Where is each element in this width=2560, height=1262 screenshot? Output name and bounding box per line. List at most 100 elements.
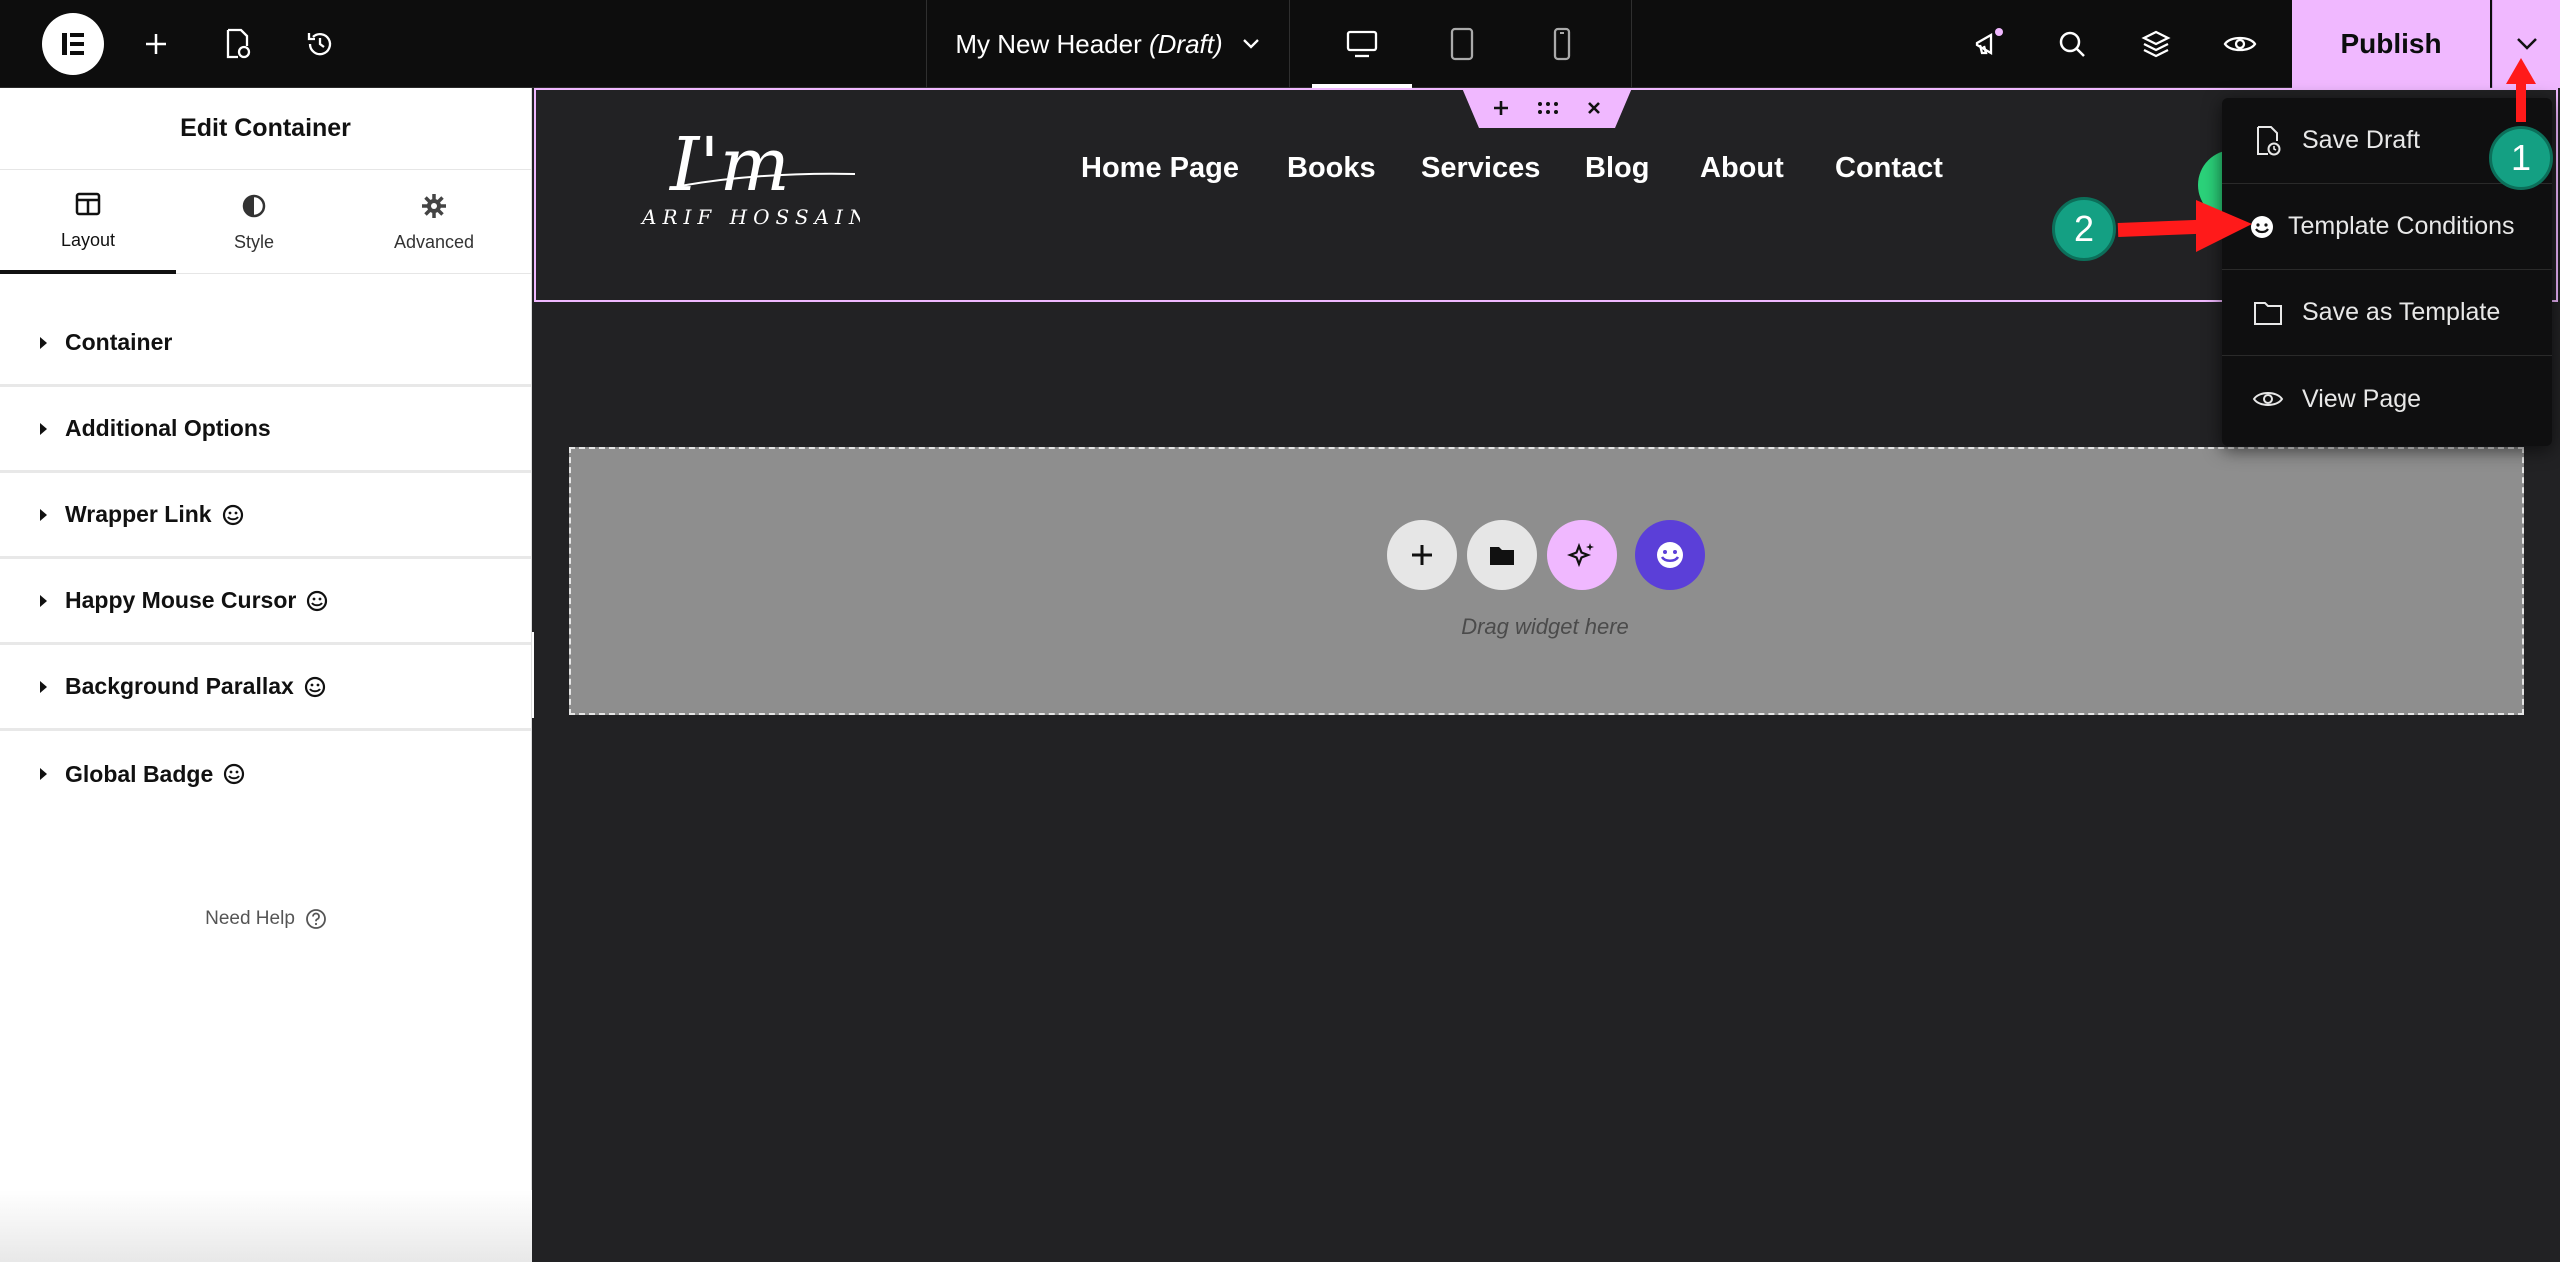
desktop-view-button[interactable] <box>1312 0 1412 88</box>
tab-layout-label: Layout <box>60 229 116 250</box>
happy-addons-icon <box>307 590 328 611</box>
container-handle[interactable] <box>1462 88 1632 128</box>
close-icon[interactable] <box>1586 100 1602 116</box>
folder-icon <box>1490 547 1514 565</box>
plus-icon <box>146 34 166 54</box>
whats-new-button[interactable] <box>1958 14 2018 74</box>
navigator-button[interactable] <box>2126 14 2186 74</box>
nav-services[interactable]: Services <box>1421 152 1540 185</box>
eye-icon <box>2252 392 2284 406</box>
panel-footer-shade <box>0 1190 532 1262</box>
tab-style[interactable]: Style <box>166 170 342 274</box>
annotation-badge-1: 1 <box>2489 126 2553 190</box>
menu-item-save-as-template[interactable]: Save as Template <box>2222 270 2552 356</box>
search-button[interactable] <box>2042 14 2102 74</box>
preview-button[interactable] <box>2210 14 2270 74</box>
logo-main-text: I'm <box>668 122 790 208</box>
section-happy-mouse-cursor[interactable]: Happy Mouse Cursor <box>0 559 531 645</box>
section-label: Global Badge <box>65 760 214 787</box>
menu-item-template-conditions[interactable]: Template Conditions <box>2222 184 2552 270</box>
edit-panel: Edit Container Layout Style Advanced Con… <box>0 88 532 1262</box>
happy-addons-icon <box>222 504 243 525</box>
drag-handle-icon[interactable] <box>1536 101 1560 115</box>
section-label: Container <box>65 329 173 355</box>
caret-right-icon <box>40 768 47 780</box>
menu-item-label: Save as Template <box>2302 298 2501 326</box>
caret-right-icon <box>40 594 47 607</box>
page-settings-button[interactable] <box>208 14 268 74</box>
nav-contact[interactable]: Contact <box>1835 152 1943 185</box>
add-widget-button[interactable] <box>1387 520 1457 590</box>
section-wrapper-link[interactable]: Wrapper Link <box>0 473 531 559</box>
chevron-down-icon <box>1242 39 1259 49</box>
section-label: Additional Options <box>65 415 271 441</box>
section-background-parallax[interactable]: Background Parallax <box>0 645 531 731</box>
publish-options-button[interactable] <box>2492 0 2560 88</box>
chevron-down-icon <box>2516 38 2537 50</box>
happy-addons-button[interactable] <box>1635 520 1705 590</box>
document-status: (Draft) <box>1148 28 1223 59</box>
help-circle-icon <box>305 909 326 929</box>
plus-icon <box>1412 545 1432 565</box>
ai-generate-button[interactable] <box>1547 520 1617 590</box>
top-toolbar: My New Header (Draft) Publish <box>0 0 2560 88</box>
logo-sub-text: ARIF HOSSAIN <box>640 205 860 229</box>
nav-blog[interactable]: Blog <box>1585 152 1649 185</box>
elementor-icon <box>62 33 84 55</box>
file-settings-icon <box>226 28 251 59</box>
happy-addons-icon <box>224 763 245 785</box>
caret-right-icon <box>40 508 47 521</box>
happy-addons-icon <box>304 676 325 697</box>
empty-container-dropzone[interactable] <box>569 447 2524 715</box>
folder-icon <box>2254 301 2282 325</box>
megaphone-icon <box>1975 28 2003 55</box>
add-template-button[interactable] <box>1467 520 1537 590</box>
nav-books[interactable]: Books <box>1287 152 1376 185</box>
eye-icon <box>2223 36 2257 52</box>
device-switcher <box>1292 0 1632 88</box>
caret-right-icon <box>40 422 47 435</box>
layout-icon <box>75 192 101 215</box>
panel-title: Edit Container <box>0 88 531 170</box>
section-label: Wrapper Link <box>65 501 212 527</box>
document-title-dropdown[interactable]: My New Header (Draft) <box>926 0 1290 88</box>
need-help-label: Need Help <box>205 908 295 929</box>
annotation-badge-2: 2 <box>2052 197 2116 261</box>
add-element-button[interactable] <box>126 14 186 74</box>
section-additional-options[interactable]: Additional Options <box>0 387 531 473</box>
plus-icon[interactable] <box>1492 99 1510 117</box>
mobile-view-button[interactable] <box>1512 0 1612 88</box>
history-icon <box>307 33 332 56</box>
section-label: Happy Mouse Cursor <box>65 587 297 613</box>
elementor-logo-button[interactable] <box>42 13 104 75</box>
section-container[interactable]: Container <box>0 301 531 387</box>
menu-item-label: Template Conditions <box>2288 212 2515 240</box>
happy-addons-icon <box>2251 215 2273 238</box>
gear-icon <box>422 193 446 218</box>
tablet-view-button[interactable] <box>1412 0 1512 88</box>
history-button[interactable] <box>290 14 350 74</box>
need-help-link[interactable]: Need Help <box>0 908 532 930</box>
tab-style-label: Style <box>233 231 275 252</box>
publish-button[interactable]: Publish <box>2292 0 2490 88</box>
caret-right-icon <box>40 336 47 349</box>
tab-advanced[interactable]: Advanced <box>346 170 522 274</box>
section-label: Background Parallax <box>65 673 294 699</box>
desktop-icon <box>1346 30 1378 58</box>
drop-zone-hint: Drag widget here <box>1461 614 1629 639</box>
tab-layout[interactable]: Layout <box>0 170 176 274</box>
logo-graphic: I'm ARIF HOSSAIN <box>640 122 866 229</box>
search-icon <box>2059 31 2085 57</box>
layers-icon <box>2141 30 2171 58</box>
caret-right-icon <box>40 680 47 693</box>
section-global-badge[interactable]: Global Badge <box>0 731 531 817</box>
site-logo[interactable]: I'm ARIF HOSSAIN <box>640 112 866 232</box>
menu-item-label: Save Draft <box>2302 126 2421 154</box>
sparkle-icon <box>1567 542 1594 568</box>
nav-home-page[interactable]: Home Page <box>1081 152 1239 185</box>
happy-addons-icon <box>1657 542 1683 568</box>
nav-about[interactable]: About <box>1700 152 1784 185</box>
menu-item-view-page[interactable]: View Page <box>2222 356 2552 442</box>
mobile-icon <box>1553 27 1571 61</box>
menu-item-label: View Page <box>2302 384 2422 413</box>
